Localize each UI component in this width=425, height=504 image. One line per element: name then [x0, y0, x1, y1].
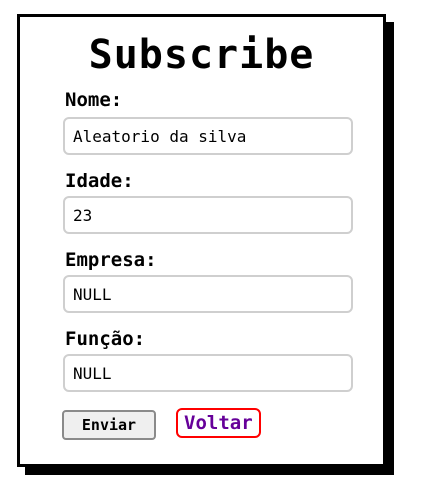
voltar-link[interactable]: Voltar	[176, 408, 261, 438]
idade-label: Idade:	[65, 170, 134, 192]
empresa-input[interactable]	[63, 275, 353, 313]
enviar-button[interactable]: Enviar	[62, 410, 156, 440]
funcao-label: Função:	[65, 328, 146, 350]
empresa-label: Empresa:	[65, 249, 157, 271]
idade-input[interactable]	[63, 196, 353, 234]
funcao-input[interactable]	[63, 354, 353, 392]
form-title: Subscribe	[88, 32, 315, 78]
nome-input[interactable]	[63, 117, 353, 155]
subscribe-card: Subscribe Nome: Idade: Empresa: Função: …	[17, 14, 386, 467]
nome-label: Nome:	[65, 89, 123, 111]
